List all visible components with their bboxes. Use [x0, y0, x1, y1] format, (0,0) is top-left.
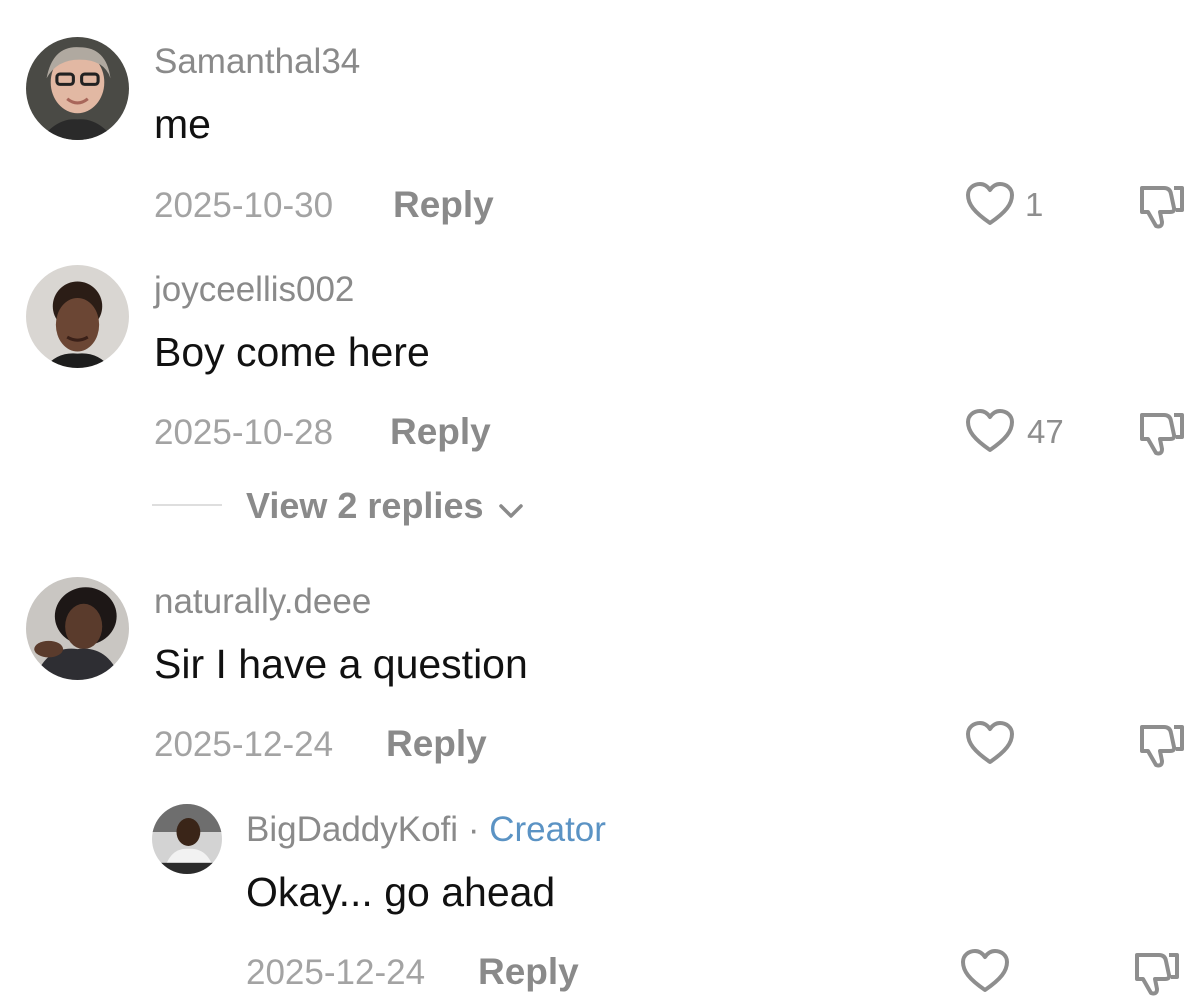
thumbs-down-icon[interactable] [1133, 949, 1181, 997]
reply-button[interactable]: Reply [386, 725, 487, 762]
thumbs-down-icon[interactable] [1138, 182, 1186, 230]
comment-date: 2025-10-30 [154, 186, 334, 225]
comment-username[interactable]: joyceellis002 [154, 272, 354, 307]
avatar[interactable] [26, 37, 129, 140]
avatar[interactable] [26, 577, 129, 680]
chevron-down-icon [498, 490, 524, 526]
reply-text: Okay... go ahead [246, 869, 556, 915]
comment-text: me [154, 101, 211, 147]
avatar[interactable] [152, 804, 222, 874]
reply-button[interactable]: Reply [390, 413, 491, 450]
heart-outline-icon[interactable] [965, 721, 1015, 766]
separator-dot: · [467, 810, 480, 849]
reply-button[interactable]: Reply [393, 186, 494, 223]
replies-divider [152, 504, 222, 506]
heart-outline-icon[interactable] [960, 949, 1010, 994]
like-count: 1 [1025, 186, 1044, 223]
view-replies-label: View 2 replies [246, 485, 484, 526]
comment-date: 2025-12-24 [154, 725, 334, 764]
reply-username-line: BigDaddyKofi · Creator [246, 812, 606, 847]
heart-outline-icon[interactable] [965, 182, 1015, 227]
comment-text: Sir I have a question [154, 641, 528, 687]
comment-username[interactable]: naturally.deee [154, 584, 371, 619]
reply-username[interactable]: BigDaddyKofi [246, 810, 458, 849]
avatar[interactable] [26, 265, 129, 368]
comment-username[interactable]: Samanthal34 [154, 44, 360, 79]
thumbs-down-icon[interactable] [1138, 721, 1186, 769]
reply-button[interactable]: Reply [478, 953, 579, 990]
view-replies-button[interactable]: View 2 replies [246, 488, 524, 526]
like-count: 47 [1027, 413, 1064, 450]
comment-date: 2025-10-28 [154, 413, 334, 452]
comment-text: Boy come here [154, 329, 430, 375]
creator-badge: Creator [489, 810, 606, 849]
thumbs-down-icon[interactable] [1138, 409, 1186, 457]
heart-outline-icon[interactable] [965, 409, 1015, 454]
